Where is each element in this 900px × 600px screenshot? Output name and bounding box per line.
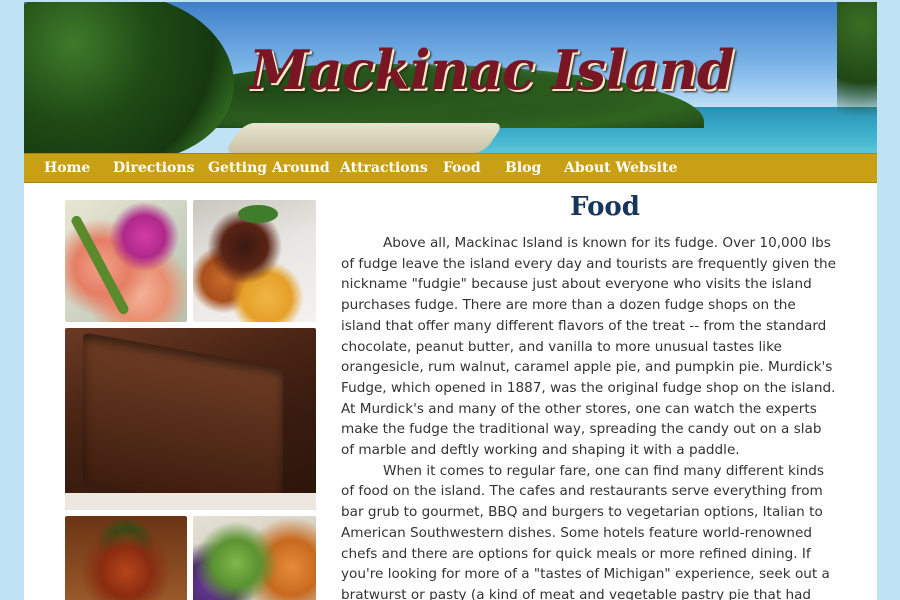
nav-attractions[interactable]: Attractions [340,160,428,176]
nav-getting-around[interactable]: Getting Around [208,160,330,176]
paragraph-regular-fare: When it comes to regular fare, one can f… [341,462,830,600]
page-container: Mackinac Island Home Directions Getting … [24,2,877,600]
wraps-photo [193,516,316,600]
nav-blog[interactable]: Blog [505,160,541,176]
banner-foliage-left [24,2,234,153]
site-title: Mackinac Island [249,38,735,102]
fudge-slab [83,332,283,510]
header-banner: Mackinac Island [24,2,877,153]
banner-shoreline [223,123,505,153]
nav-home[interactable]: Home [44,160,90,176]
paragraph-fudge: Above all, Mackinac Island is known for … [341,235,837,459]
asparagus-garnish [69,214,131,316]
herb-garnish [238,205,278,223]
article-body: Above all, Mackinac Island is known for … [341,233,838,600]
fudge-plate [65,493,316,510]
page-heading: Food [570,192,640,222]
pie-and-cornbread-photo [193,200,316,322]
meatball-dish-photo [65,516,187,600]
nav-food[interactable]: Food [443,160,481,176]
chocolate-fudge-photo [65,328,316,510]
banner-foliage-right [837,2,877,137]
salmon-plate-photo [65,200,187,322]
nav-directions[interactable]: Directions [113,160,194,176]
main-nav: Home Directions Getting Around Attractio… [24,153,877,183]
nav-about-website[interactable]: About Website [564,160,677,176]
